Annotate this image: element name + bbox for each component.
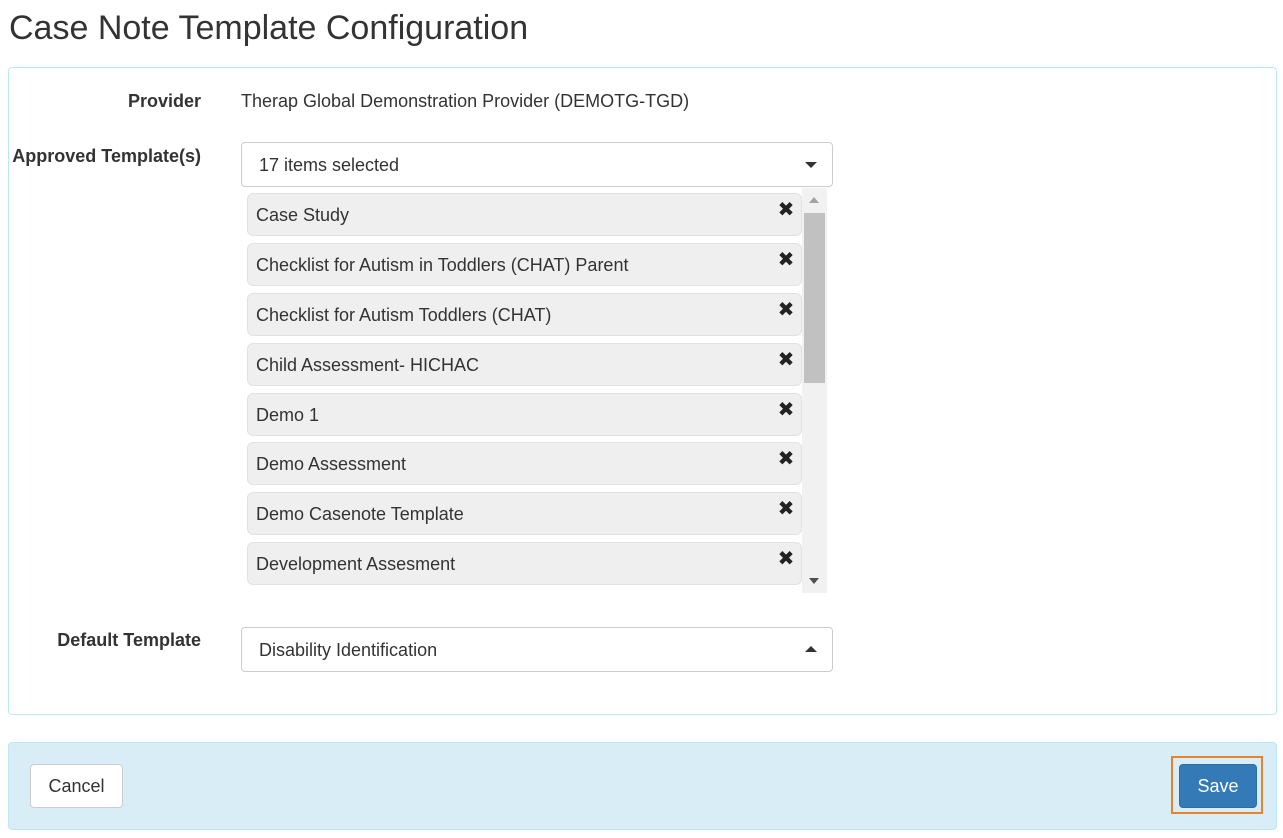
- selected-template-chip: Demo 1 ✖: [247, 393, 802, 436]
- scroll-down-icon[interactable]: [809, 578, 819, 584]
- selected-template-chip: Case Study ✖: [247, 193, 802, 236]
- form-panel: Provider Therap Global Demonstration Pro…: [8, 67, 1277, 715]
- provider-label: Provider: [127, 91, 201, 111]
- selected-template-chip: Checklist for Autism Toddlers (CHAT) ✖: [247, 293, 802, 336]
- page-title: Case Note Template Configuration: [9, 9, 529, 47]
- chip-label: Demo Assessment: [256, 454, 407, 474]
- close-icon[interactable]: ✖: [777, 350, 795, 370]
- selected-template-chip: Checklist for Autism in Toddlers (CHAT) …: [247, 243, 802, 286]
- save-button[interactable]: Save: [1179, 764, 1257, 808]
- default-template-label: Default Template: [57, 630, 201, 650]
- selected-template-chip: Demo Casenote Template ✖: [247, 492, 802, 535]
- chip-label: Child Assessment- HICHAC: [256, 355, 480, 375]
- chip-label: Demo Casenote Template: [256, 504, 464, 524]
- selected-template-chip: Child Assessment- HICHAC ✖: [247, 343, 802, 386]
- close-icon[interactable]: ✖: [777, 250, 795, 270]
- close-icon[interactable]: ✖: [777, 549, 795, 569]
- close-icon[interactable]: ✖: [777, 300, 795, 320]
- cancel-button[interactable]: Cancel: [30, 764, 123, 808]
- chip-label: Checklist for Autism Toddlers (CHAT): [256, 305, 552, 325]
- approved-templates-label: Approved Template(s): [12, 146, 201, 166]
- selected-template-chip: Demo Assessment ✖: [247, 442, 802, 485]
- default-template-select[interactable]: Disability Identification: [241, 627, 833, 672]
- scroll-up-icon[interactable]: [809, 197, 819, 203]
- chip-list-scrollbar[interactable]: [802, 188, 827, 593]
- close-icon[interactable]: ✖: [777, 449, 795, 469]
- chip-label: Demo 1: [256, 405, 320, 425]
- caret-down-icon: [805, 162, 817, 168]
- chip-label: Checklist for Autism in Toddlers (CHAT) …: [256, 255, 629, 275]
- approved-templates-summary: 17 items selected: [259, 155, 400, 175]
- approved-templates-select[interactable]: 17 items selected: [241, 142, 833, 187]
- close-icon[interactable]: ✖: [777, 499, 795, 519]
- selected-templates-list: Case Study ✖ Checklist for Autism in Tod…: [241, 188, 827, 593]
- scrollbar-thumb[interactable]: [804, 213, 825, 383]
- default-template-value: Disability Identification: [259, 640, 438, 660]
- selected-template-chip: Development Assesment ✖: [247, 542, 802, 585]
- chip-label: Development Assesment: [256, 554, 456, 574]
- provider-value: Therap Global Demonstration Provider (DE…: [241, 91, 690, 111]
- close-icon[interactable]: ✖: [777, 400, 795, 420]
- caret-up-icon: [805, 646, 817, 652]
- chip-label: Case Study: [256, 205, 350, 225]
- save-focus-highlight: Save: [1171, 756, 1263, 814]
- form-actions-bar: Cancel Save: [8, 742, 1277, 830]
- close-icon[interactable]: ✖: [777, 200, 795, 220]
